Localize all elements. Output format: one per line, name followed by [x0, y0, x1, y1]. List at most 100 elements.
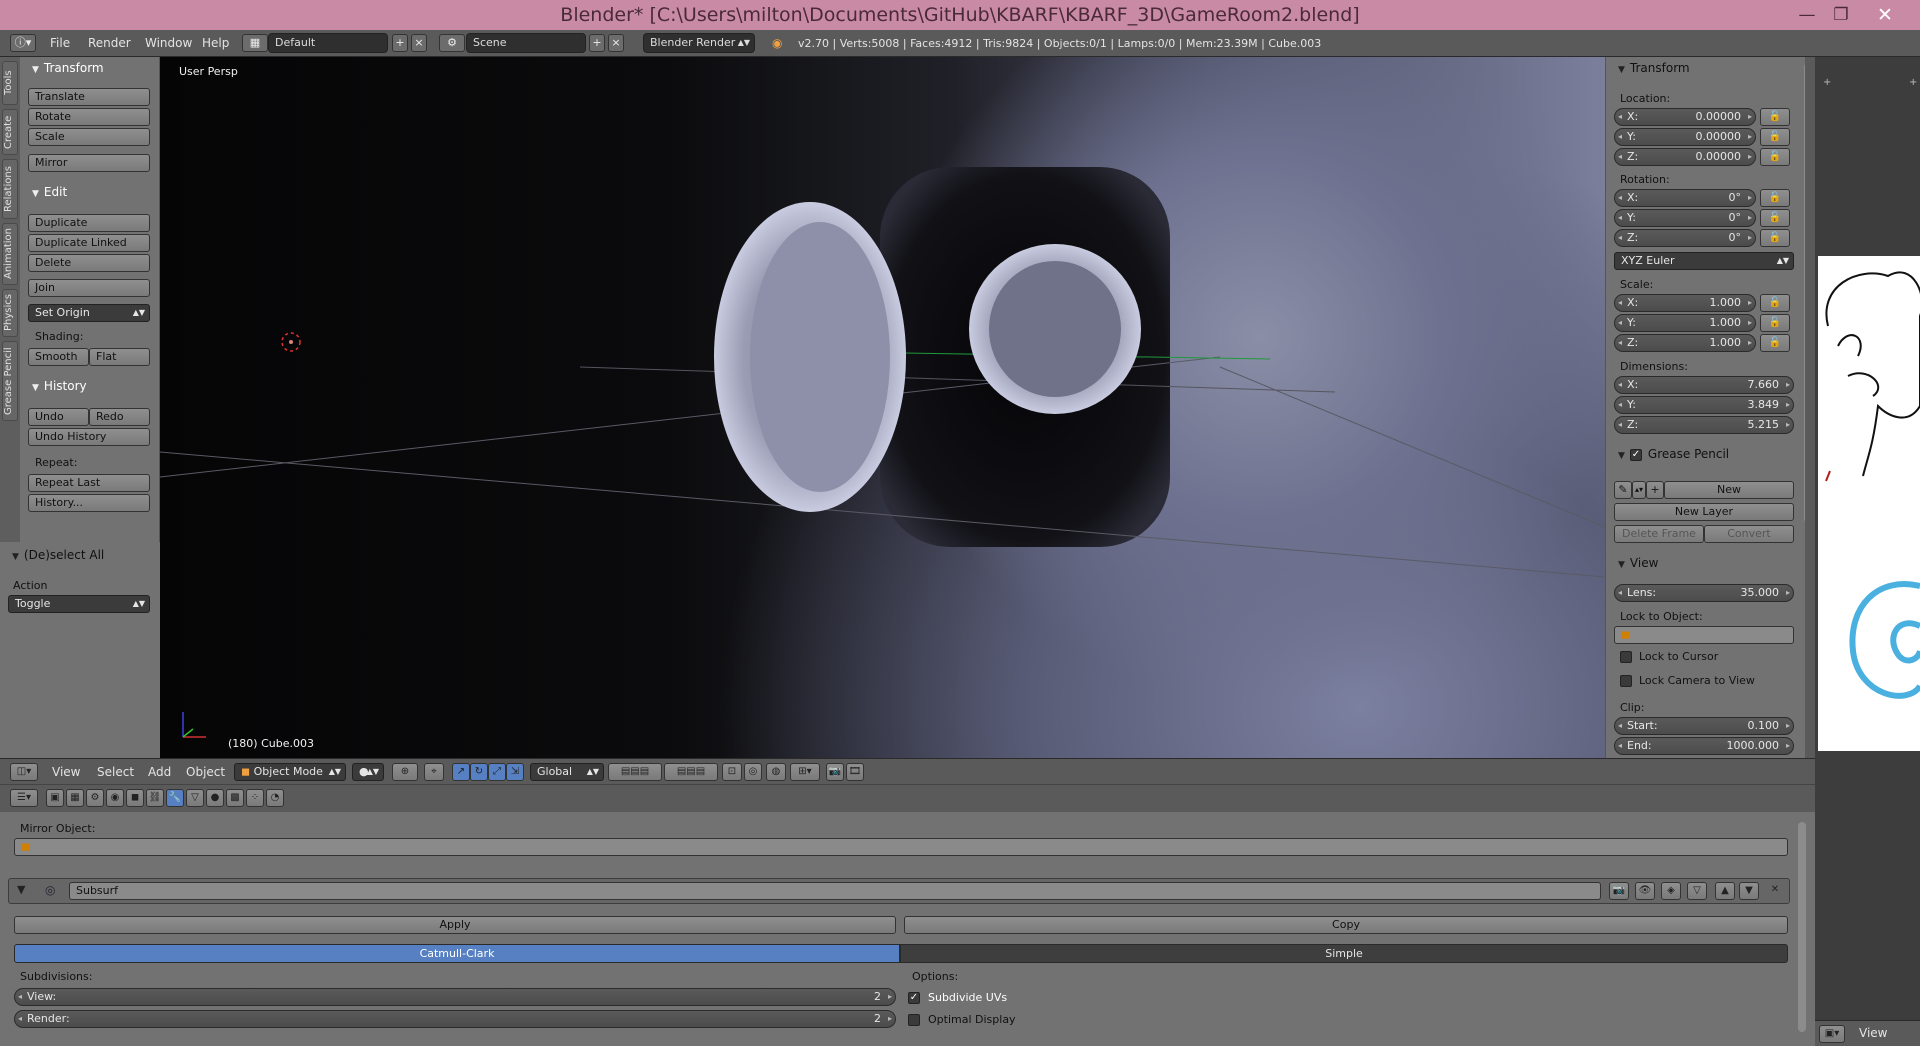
- scale-manip-icon[interactable]: ⤢: [488, 763, 506, 781]
- properties-scrollbar[interactable]: [1798, 822, 1806, 1032]
- tab-create[interactable]: Create: [2, 109, 18, 155]
- menu-file[interactable]: File: [50, 36, 70, 50]
- render-icon[interactable]: 📷: [826, 763, 844, 781]
- rotation-x-field[interactable]: ◂ X: 0° ▸: [1614, 189, 1756, 207]
- menu-select[interactable]: Select: [97, 765, 134, 779]
- scale-x-field[interactable]: ◂ X: 1.000 ▸: [1614, 294, 1756, 312]
- tab-physics[interactable]: Physics: [2, 289, 18, 337]
- smooth-button[interactable]: Smooth: [28, 348, 89, 366]
- lock-camera-checkbox[interactable]: [1620, 675, 1632, 687]
- rotation-mode-select[interactable]: XYZ Euler ▲▼: [1614, 252, 1794, 270]
- lock-icon[interactable]: 🔓: [1760, 314, 1790, 332]
- editor-type-icon[interactable]: ⓘ▾: [10, 34, 36, 52]
- manipulator-icon[interactable]: ⌖: [424, 763, 444, 781]
- viewport-toggle-icon[interactable]: 👁: [1635, 882, 1655, 900]
- transform-panel-header[interactable]: ▼ Transform: [32, 61, 104, 75]
- grease-pencil-header[interactable]: ▼ ✓ Grease Pencil: [1618, 447, 1729, 461]
- constraints-tab-icon[interactable]: ⛓: [146, 789, 164, 807]
- history-panel-header[interactable]: ▼ History: [32, 379, 87, 393]
- layout-grid-icon[interactable]: ▦: [242, 34, 268, 52]
- plus-icon[interactable]: +: [1909, 77, 1917, 88]
- lock-icon[interactable]: 🔓: [1760, 334, 1790, 352]
- gp-new-button[interactable]: New: [1664, 481, 1794, 499]
- dimension-z-field[interactable]: ◂ Z: 5.215 ▸: [1614, 416, 1794, 434]
- move-down-icon[interactable]: ▼: [1739, 882, 1759, 900]
- area-divider[interactable]: [1805, 57, 1815, 758]
- snap-icon[interactable]: ◍: [766, 763, 786, 781]
- gp-new-layer-button[interactable]: New Layer: [1614, 503, 1794, 521]
- scale-z-field[interactable]: ◂ Z: 1.000 ▸: [1614, 334, 1756, 352]
- lock-object-field[interactable]: ◼: [1614, 626, 1794, 644]
- catmull-clark-tab[interactable]: Catmull-Clark: [14, 944, 900, 963]
- optimal-display-checkbox[interactable]: [908, 1014, 920, 1026]
- deselect-all-header[interactable]: ▼ (De)select All: [12, 548, 104, 562]
- add-scene-icon[interactable]: +: [589, 34, 605, 52]
- location-y-field[interactable]: ◂ Y: 0.00000 ▸: [1614, 128, 1756, 146]
- action-select[interactable]: Toggle ▲▼: [8, 595, 150, 613]
- n-transform-header[interactable]: ▼ Transform: [1618, 61, 1690, 75]
- add-layout-icon[interactable]: +: [392, 34, 408, 52]
- subdivide-uvs-checkbox[interactable]: ✓: [908, 992, 920, 1004]
- repeat-last-button[interactable]: Repeat Last: [28, 474, 150, 492]
- layers-grid-icon[interactable]: ▤▤▤: [608, 763, 662, 781]
- lock-icon[interactable]: 🔓: [1760, 108, 1790, 126]
- clip-end-field[interactable]: ◂ End: 1000.000 ▸: [1614, 737, 1794, 755]
- edit-panel-header[interactable]: ▼ Edit: [32, 185, 67, 199]
- lock-icon[interactable]: 🔓: [1760, 209, 1790, 227]
- close-button[interactable]: ✕: [1862, 2, 1908, 28]
- layer-lock-icon[interactable]: ⊡: [722, 763, 742, 781]
- collapse-triangle-icon[interactable]: ▼: [17, 883, 25, 896]
- browse-icon[interactable]: ▴▾: [1632, 481, 1646, 499]
- scale-button[interactable]: Scale: [28, 128, 150, 146]
- render-toggle-icon[interactable]: 📷: [1609, 882, 1629, 900]
- lock-icon[interactable]: 🔓: [1760, 189, 1790, 207]
- orientation-select[interactable]: Global ▲▼: [530, 763, 604, 781]
- viewport-shading-select[interactable]: ● ▲▼: [352, 763, 384, 781]
- maximize-button[interactable]: ❐: [1818, 2, 1864, 28]
- join-button[interactable]: Join: [28, 279, 150, 297]
- translate-button[interactable]: Translate: [28, 88, 150, 106]
- rotate-button[interactable]: Rotate: [28, 108, 150, 126]
- duplicate-button[interactable]: Duplicate: [28, 214, 150, 232]
- lock-icon[interactable]: 🔓: [1760, 148, 1790, 166]
- dimension-x-field[interactable]: ◂ X: 7.660 ▸: [1614, 376, 1794, 394]
- menu-view[interactable]: View: [52, 765, 80, 779]
- editmode-toggle-icon[interactable]: ◈: [1661, 882, 1681, 900]
- physics-tab-icon[interactable]: ◔: [266, 789, 284, 807]
- dimension-y-field[interactable]: ◂ Y: 3.849 ▸: [1614, 396, 1794, 414]
- scene-icon[interactable]: ⚙: [439, 34, 465, 52]
- mirror-object-field[interactable]: ◼: [14, 838, 1788, 856]
- history-button[interactable]: History...: [28, 494, 150, 512]
- flat-button[interactable]: Flat: [89, 348, 150, 366]
- editor-type-icon[interactable]: ◫▾: [10, 763, 38, 781]
- pivot-icon[interactable]: ⊕: [392, 763, 418, 781]
- layout-select[interactable]: Default: [268, 33, 388, 53]
- scene-tab-icon[interactable]: ⚙: [86, 789, 104, 807]
- menu-object[interactable]: Object: [186, 765, 225, 779]
- menu-view[interactable]: View: [1859, 1026, 1887, 1040]
- mode-select[interactable]: ◼ Object Mode ▲▼: [234, 763, 346, 781]
- render-levels-field[interactable]: ◂ Render: 2 ▸: [14, 1010, 896, 1028]
- rotation-z-field[interactable]: ◂ Z: 0° ▸: [1614, 229, 1756, 247]
- tab-tools[interactable]: Tools: [2, 61, 18, 105]
- render-engine-select[interactable]: Blender Render ▲▼: [643, 33, 755, 53]
- remove-layout-icon[interactable]: ×: [411, 34, 427, 52]
- gp-delete-frame-button[interactable]: Delete Frame: [1614, 525, 1704, 543]
- duplicate-linked-button[interactable]: Duplicate Linked: [28, 234, 150, 252]
- snap-element-icon[interactable]: ⊞▾: [790, 763, 820, 781]
- 3d-viewport[interactable]: User Persp (180) Cube.003: [160, 57, 1605, 758]
- redo-button[interactable]: Redo: [89, 408, 150, 426]
- translate-manip-icon[interactable]: ↗: [452, 763, 470, 781]
- simple-tab[interactable]: Simple: [900, 944, 1788, 963]
- editor-type-icon[interactable]: ▣▾: [1819, 1025, 1845, 1043]
- lens-field[interactable]: ◂ Lens: 35.000 ▸: [1614, 584, 1794, 602]
- menu-add[interactable]: Add: [148, 765, 171, 779]
- menu-render[interactable]: Render: [88, 36, 131, 50]
- tab-grease-pencil[interactable]: Grease Pencil: [2, 341, 18, 421]
- pencil-icon[interactable]: ✎: [1614, 481, 1632, 499]
- tab-animation[interactable]: Animation: [2, 223, 18, 285]
- menu-help[interactable]: Help: [202, 36, 229, 50]
- material-tab-icon[interactable]: ●: [206, 789, 224, 807]
- proportional-icon[interactable]: ◎: [744, 763, 762, 781]
- gp-convert-button[interactable]: Convert: [1704, 525, 1794, 543]
